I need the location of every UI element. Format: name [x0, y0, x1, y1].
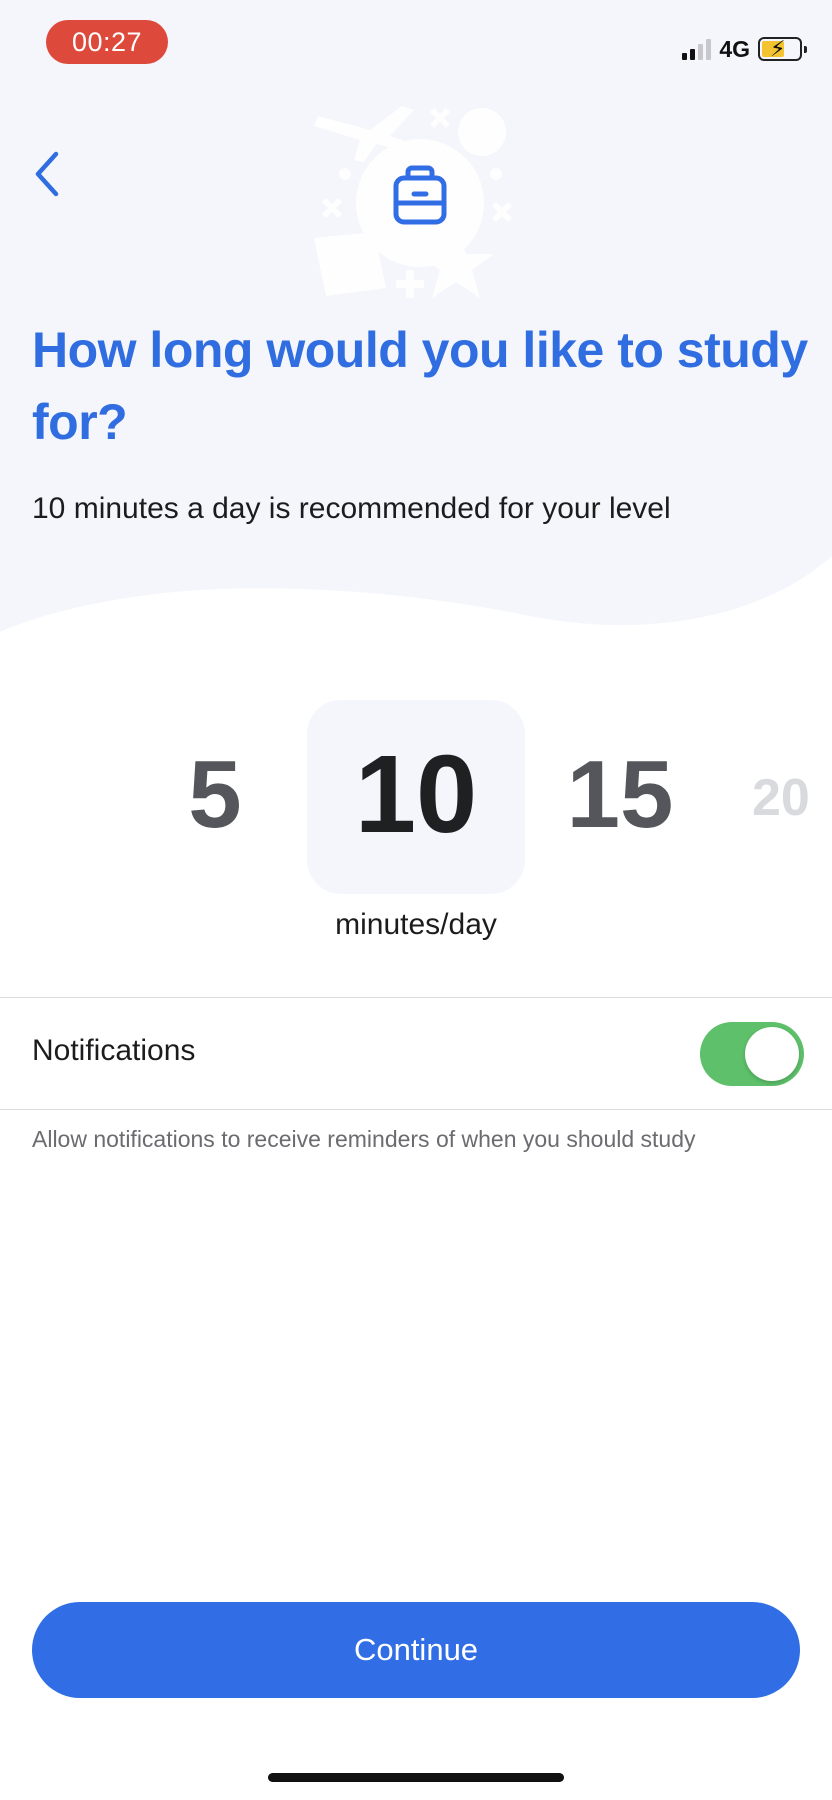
study-illustration — [314, 106, 512, 298]
home-indicator — [268, 1773, 564, 1782]
status-bar-right: 4G ⚡ — [682, 34, 807, 64]
divider-bottom — [0, 1109, 832, 1110]
picker-option-20[interactable]: 20 — [752, 768, 832, 828]
back-chevron-icon[interactable] — [28, 146, 68, 202]
notifications-help-text: Allow notifications to receive reminders… — [32, 1126, 696, 1152]
picker-option-10-selected[interactable]: 10 — [310, 740, 522, 850]
picker-option-5[interactable]: 5 — [160, 740, 270, 850]
page-subtitle: 10 minutes a day is recommended for your… — [32, 492, 671, 525]
recording-timer: 00:27 — [46, 20, 168, 64]
study-duration-screen: 00:27 4G ⚡ How long would you like to st… — [0, 0, 832, 1800]
continue-button[interactable]: Continue — [32, 1602, 800, 1698]
page-title: How long would you like to study for? — [32, 322, 808, 450]
picker-unit-label: minutes/day — [335, 908, 497, 941]
notifications-label: Notifications — [32, 1034, 196, 1067]
picker-option-15[interactable]: 15 — [550, 740, 690, 850]
battery-icon: ⚡ — [758, 36, 807, 61]
notifications-toggle[interactable] — [700, 1022, 804, 1086]
toggle-knob — [745, 1027, 799, 1081]
divider-top — [0, 997, 832, 998]
cellular-signal-icon — [682, 38, 712, 60]
network-type: 4G — [719, 35, 750, 62]
